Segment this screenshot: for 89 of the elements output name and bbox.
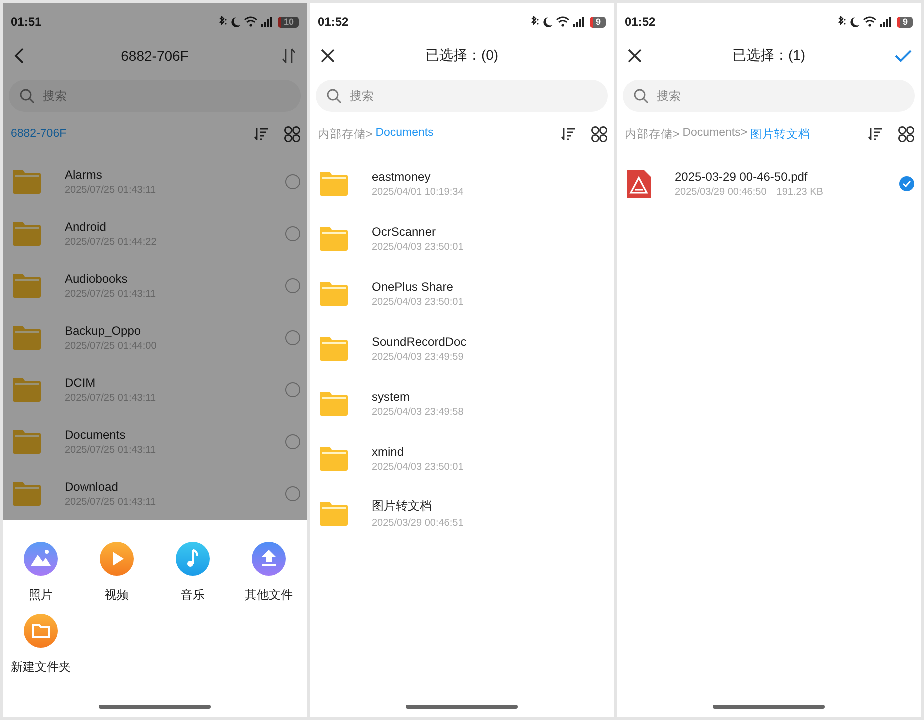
sheet-action[interactable]: 照片 bbox=[3, 542, 79, 604]
file-name: 2025-03-29 00-46-50.pdf bbox=[675, 170, 809, 184]
folder-icon bbox=[13, 482, 41, 506]
image-icon bbox=[24, 542, 58, 576]
sort-icon[interactable] bbox=[868, 126, 884, 142]
radio-circle[interactable] bbox=[285, 330, 301, 346]
grid-view-icon[interactable] bbox=[591, 126, 608, 142]
sheet-action[interactable]: 新建文件夹 bbox=[3, 614, 79, 676]
play-icon bbox=[100, 542, 134, 576]
file-size: 191.23 KB bbox=[776, 186, 824, 198]
file-date: 2025/04/03 23:50:01 bbox=[372, 242, 464, 252]
file-date: 2025/04/01 10:19:34 bbox=[372, 186, 464, 198]
file-name: OnePlus Share bbox=[372, 280, 454, 294]
search-icon bbox=[633, 88, 649, 104]
search-field[interactable]: 搜索 bbox=[9, 80, 301, 112]
folder-icon bbox=[13, 378, 41, 402]
radio-circle[interactable] bbox=[285, 434, 301, 450]
folder-icon bbox=[320, 172, 348, 196]
file-name: 图片转文档 bbox=[372, 498, 433, 515]
music-note-icon bbox=[176, 542, 210, 576]
file-name: SoundRecordDoc bbox=[372, 334, 468, 348]
file-name: OcrScanner bbox=[372, 224, 438, 238]
radio-circle[interactable] bbox=[285, 226, 301, 242]
file-row[interactable]: SoundRecordDoc 2025/04/03 23:49:59 bbox=[310, 321, 614, 376]
status-icons bbox=[528, 16, 587, 28]
sort-icon[interactable] bbox=[561, 126, 577, 142]
folder-icon bbox=[13, 274, 41, 298]
search-icon bbox=[19, 88, 35, 104]
file-name: Documents bbox=[65, 428, 127, 442]
search-field[interactable]: 搜索 bbox=[623, 80, 915, 112]
screen-title: 6882-706F bbox=[121, 48, 189, 64]
file-date: 2025/03/29 00:46:51 bbox=[372, 518, 464, 529]
sheet-action[interactable]: 其他文件 bbox=[231, 542, 307, 604]
screen-title: 已选择：(0) bbox=[425, 47, 499, 65]
upload-icon bbox=[252, 542, 286, 576]
battery-level: 9 bbox=[590, 16, 606, 28]
file-row[interactable]: xmind 2025/04/03 23:50:01 bbox=[310, 431, 614, 486]
file-row[interactable]: OnePlus Share 2025/04/03 23:50:01 bbox=[310, 266, 614, 321]
folder-icon bbox=[13, 222, 41, 246]
folder-icon bbox=[13, 430, 41, 454]
file-name: DCIM bbox=[65, 376, 97, 390]
file-name: Download bbox=[65, 480, 120, 494]
sheet-action[interactable]: 音乐 bbox=[155, 542, 231, 604]
file-name: xmind bbox=[372, 444, 406, 458]
folder-icon bbox=[320, 226, 348, 250]
pdf-file-icon bbox=[627, 170, 651, 198]
sort-icon[interactable] bbox=[254, 126, 270, 142]
file-row[interactable]: system 2025/04/03 23:49:58 bbox=[310, 376, 614, 431]
file-date: 2025/03/29 00:46:50 bbox=[675, 186, 767, 198]
status-time: 01:51 bbox=[11, 15, 42, 29]
folder-icon bbox=[320, 502, 348, 526]
file-name: Audiobooks bbox=[65, 272, 129, 286]
battery-level: 10 bbox=[278, 16, 299, 28]
folder-icon bbox=[320, 336, 348, 360]
file-date: 2025/04/03 23:50:01 bbox=[372, 296, 464, 308]
file-row[interactable]: eastmoney 2025/04/01 10:19:34 bbox=[310, 156, 614, 211]
file-row[interactable]: 2025-03-29 00-46-50.pdf 2025/03/29 00:46:50 191.23 KB bbox=[617, 156, 921, 211]
file-name: eastmoney bbox=[372, 170, 432, 184]
file-name: system bbox=[372, 390, 412, 404]
grid-view-icon[interactable] bbox=[898, 126, 915, 142]
folder-icon bbox=[320, 392, 348, 416]
folder-icon bbox=[24, 614, 58, 648]
file-date: 2025/04/03 23:49:59 bbox=[372, 352, 464, 362]
battery-level: 9 bbox=[896, 16, 913, 28]
status-time: 01:52 bbox=[318, 15, 349, 29]
selected-check-icon[interactable] bbox=[899, 176, 915, 192]
file-row[interactable]: OcrScanner 2025/04/03 23:50:01 bbox=[310, 211, 614, 266]
file-name: Alarms bbox=[65, 168, 104, 182]
status-icons bbox=[836, 16, 894, 28]
radio-circle[interactable] bbox=[285, 174, 301, 190]
folder-icon bbox=[13, 326, 41, 350]
grid-view-icon[interactable] bbox=[284, 126, 301, 142]
file-name: Backup_Oppo bbox=[65, 324, 142, 338]
status-time: 01:52 bbox=[625, 15, 656, 29]
file-row[interactable]: 图片转文档 2025/03/29 00:46:51 bbox=[310, 486, 614, 541]
folder-icon bbox=[13, 170, 41, 194]
file-date: 2025/04/03 23:49:58 bbox=[372, 406, 464, 418]
radio-circle[interactable] bbox=[285, 382, 301, 398]
sheet-action[interactable]: 视频 bbox=[79, 542, 155, 604]
file-name: Android bbox=[65, 220, 108, 234]
status-icons bbox=[216, 16, 275, 28]
file-date: 2025/04/03 23:50:01 bbox=[372, 462, 464, 472]
search-icon bbox=[326, 88, 342, 104]
search-field[interactable]: 搜索 bbox=[316, 80, 608, 112]
screen-title: 已选择：(1) bbox=[732, 47, 806, 65]
folder-icon bbox=[320, 446, 348, 470]
radio-circle[interactable] bbox=[285, 278, 301, 294]
folder-icon bbox=[320, 282, 348, 306]
radio-circle[interactable] bbox=[285, 486, 301, 502]
